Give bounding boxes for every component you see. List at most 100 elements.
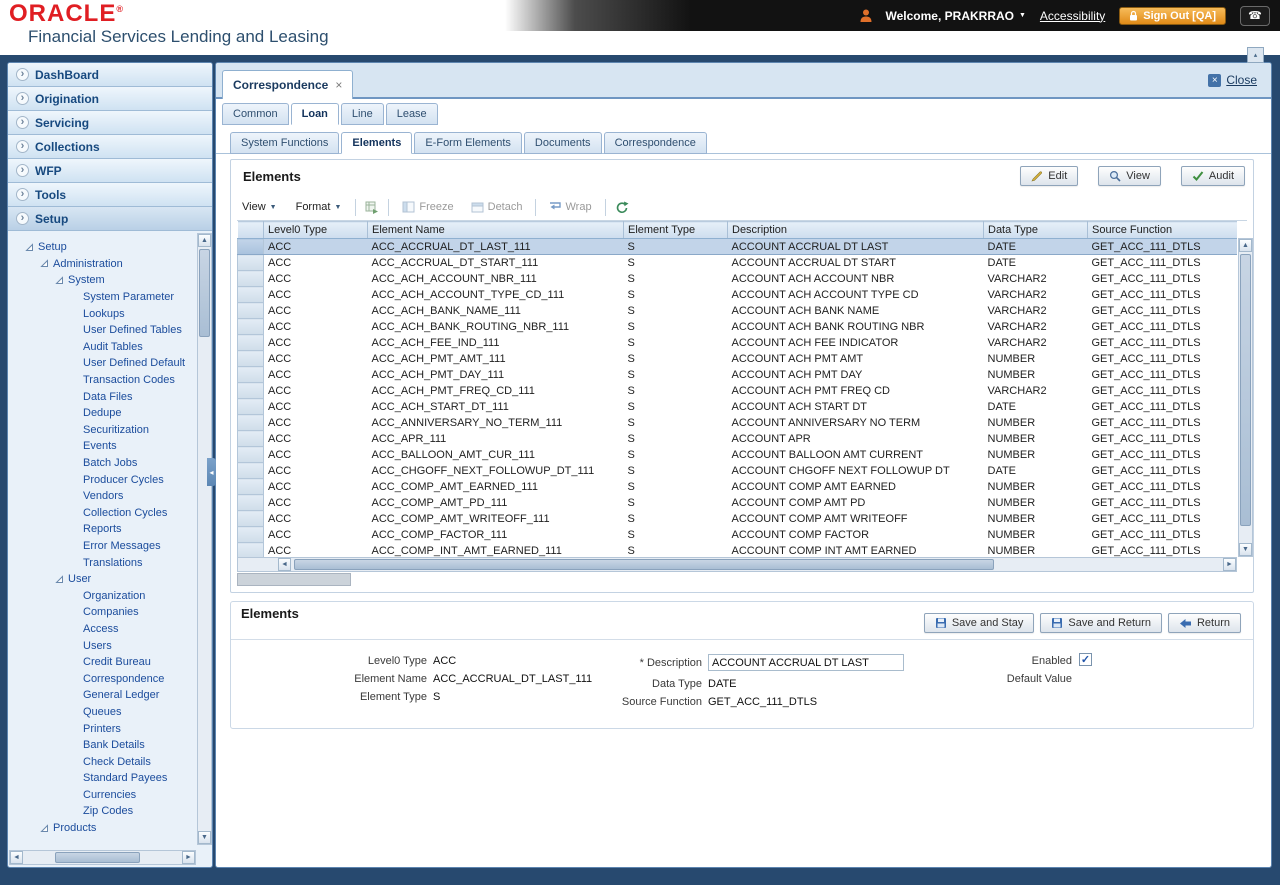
grid-cell[interactable]: S <box>624 463 728 479</box>
scroll-right-icon[interactable]: ► <box>182 851 195 864</box>
grid-cell[interactable]: ACCOUNT ACCRUAL DT START <box>728 255 984 271</box>
grid-cell[interactable]: ACCOUNT ACCRUAL DT LAST <box>727 238 984 255</box>
tree-node-currencies[interactable]: Currencies <box>9 787 196 804</box>
grid-cell[interactable]: GET_ACC_111_DTLS <box>1088 447 1238 463</box>
subtab-system-functions[interactable]: System Functions <box>230 132 340 154</box>
scroll-left-icon[interactable]: ◄ <box>278 558 291 571</box>
grid-cell[interactable]: S <box>624 511 728 527</box>
close-button[interactable]: × Close <box>1208 73 1257 87</box>
grid-cell[interactable]: NUMBER <box>984 495 1088 511</box>
scroll-up-icon[interactable]: ▲ <box>198 234 211 247</box>
grid-cell[interactable]: GET_ACC_111_DTLS <box>1088 351 1238 367</box>
grid-row[interactable]: ACC ACC_COMP_AMT_PD_111 S ACCOUNT COMP AMT … <box>237 494 1238 511</box>
grid-cell[interactable]: ACC_ACCRUAL_DT_LAST_111 <box>367 238 624 255</box>
grid-cell[interactable]: ACC <box>264 335 368 351</box>
grid-cell[interactable]: S <box>624 495 728 511</box>
grid-row[interactable]: ACC ACC_COMP_AMT_EARNED_111 S ACCOUNT COMP … <box>237 478 1238 495</box>
grid-cell[interactable]: S <box>624 319 728 335</box>
grid-cell[interactable]: ACC_ANNIVERSARY_NO_TERM_111 <box>368 415 624 431</box>
grid-row[interactable]: ACC ACC_ACH_PMT_DAY_111 S ACCOUNT ACH PMT D… <box>237 366 1238 383</box>
grid-cell[interactable]: ACC <box>264 479 368 495</box>
column-header-element-type[interactable]: Element Type <box>623 221 728 239</box>
grid-cell[interactable]: ACCOUNT COMP INT AMT EARNED <box>728 543 984 558</box>
row-selector[interactable] <box>237 286 264 303</box>
grid-cell[interactable]: DATE <box>984 255 1088 271</box>
tab-lease[interactable]: Lease <box>385 103 438 125</box>
sign-out-button[interactable]: Sign Out [QA] <box>1119 6 1226 25</box>
tree-node-system-parameter[interactable]: System Parameter <box>9 289 196 306</box>
grid-cell[interactable]: S <box>624 335 728 351</box>
grid-cell[interactable]: ACC <box>264 399 368 415</box>
grid-cell[interactable]: GET_ACC_111_DTLS <box>1088 287 1238 303</box>
format-menu[interactable]: Format ▼ <box>291 198 347 216</box>
wrap-button[interactable]: Wrap <box>545 198 595 216</box>
grid-cell[interactable]: ACC <box>264 463 368 479</box>
grid-row[interactable]: ACC ACC_ACH_START_DT_111 S ACCOUNT ACH STAR… <box>237 398 1238 415</box>
grid-cell[interactable]: ACC <box>264 415 368 431</box>
tree-node-reports[interactable]: Reports <box>9 521 196 538</box>
grid-cell[interactable]: VARCHAR2 <box>984 335 1088 351</box>
grid-row[interactable]: ACC ACC_ACH_PMT_FREQ_CD_111 S ACCOUNT ACH P… <box>237 382 1238 399</box>
grid-cell[interactable]: GET_ACC_111_DTLS <box>1088 511 1238 527</box>
grid-cell[interactable]: ACC_ACH_START_DT_111 <box>368 399 624 415</box>
grid-cell[interactable]: DATE <box>984 399 1088 415</box>
grid-cell[interactable]: GET_ACC_111_DTLS <box>1088 271 1238 287</box>
grid-cell[interactable]: NUMBER <box>984 479 1088 495</box>
grid-vertical-scrollbar[interactable]: ▲ ▼ <box>1238 238 1253 557</box>
grid-cell[interactable]: S <box>624 415 728 431</box>
sidebar-item-tools[interactable]: › Tools <box>8 183 212 207</box>
freeze-button[interactable]: Freeze <box>398 198 457 216</box>
tree-node-system[interactable]: System <box>9 272 196 289</box>
grid-cell[interactable]: ACCOUNT ACH ACCOUNT NBR <box>728 271 984 287</box>
content-collapse-button[interactable]: ▴ <box>1247 47 1264 63</box>
tree-node-collection-cycles[interactable]: Collection Cycles <box>9 505 196 522</box>
grid-row[interactable]: ACC ACC_ACH_BANK_NAME_111 S ACCOUNT ACH BAN… <box>237 302 1238 319</box>
tree-node-user-defined-default[interactable]: User Defined Default <box>9 355 196 372</box>
grid-cell[interactable]: VARCHAR2 <box>984 303 1088 319</box>
scroll-thumb[interactable] <box>199 249 210 337</box>
tree-node-lookups[interactable]: Lookups <box>9 305 196 322</box>
tree-node-error-messages[interactable]: Error Messages <box>9 538 196 555</box>
tree-node-zip-codes[interactable]: Zip Codes <box>9 803 196 820</box>
grid-cell[interactable]: ACC_ACCRUAL_DT_START_111 <box>368 255 624 271</box>
tree-node-organization[interactable]: Organization <box>9 587 196 604</box>
tree-node-credit-bureau[interactable]: Credit Bureau <box>9 654 196 671</box>
grid-cell[interactable]: ACC <box>264 543 368 558</box>
grid-cell[interactable]: VARCHAR2 <box>984 319 1088 335</box>
grid-cell[interactable]: ACC_BALLOON_AMT_CUR_111 <box>368 447 624 463</box>
grid-cell[interactable]: GET_ACC_111_DTLS <box>1088 367 1238 383</box>
tree-node-setup[interactable]: Setup <box>9 239 196 256</box>
subtab-documents[interactable]: Documents <box>523 132 602 154</box>
grid-cell[interactable]: S <box>624 399 728 415</box>
grid-cell[interactable]: ACCOUNT ACH FEE INDICATOR <box>728 335 984 351</box>
scroll-thumb[interactable] <box>55 852 140 863</box>
export-icon[interactable] <box>365 201 379 214</box>
sidebar-horizontal-scrollbar[interactable]: ◄ ► <box>9 850 196 865</box>
row-selector[interactable] <box>237 270 264 287</box>
grid-cell[interactable]: ACC_COMP_FACTOR_111 <box>368 527 624 543</box>
tree-node-vendors[interactable]: Vendors <box>9 488 196 505</box>
grid-cell[interactable]: ACC_ACH_ACCOUNT_TYPE_CD_111 <box>368 287 624 303</box>
tree-node-administration[interactable]: Administration <box>9 256 196 273</box>
tree-node-securitization[interactable]: Securitization <box>9 422 196 439</box>
grid-cell[interactable]: ACC <box>264 255 368 271</box>
tree-node-batch-jobs[interactable]: Batch Jobs <box>9 455 196 472</box>
tree-node-events[interactable]: Events <box>9 438 196 455</box>
grid-cell[interactable]: S <box>624 255 728 271</box>
sidebar-item-wfp[interactable]: › WFP <box>8 159 212 183</box>
tree-node-check-details[interactable]: Check Details <box>9 753 196 770</box>
save-and-stay-button[interactable]: Save and Stay <box>923 613 1035 633</box>
grid-cell[interactable]: ACCOUNT ACH ACCOUNT TYPE CD <box>728 287 984 303</box>
row-selector[interactable] <box>237 366 264 383</box>
tab-line[interactable]: Line <box>340 103 384 125</box>
grid-cell[interactable]: ACC <box>264 527 368 543</box>
tree-node-bank-details[interactable]: Bank Details <box>9 737 196 754</box>
grid-row[interactable]: ACC ACC_ACH_BANK_ROUTING_NBR_111 S ACCOUNT … <box>237 318 1238 335</box>
return-button[interactable]: Return <box>1167 613 1241 633</box>
grid-cell[interactable]: ACC_ACH_BANK_ROUTING_NBR_111 <box>368 319 624 335</box>
grid-cell[interactable]: ACC <box>264 511 368 527</box>
tree-node-audit-tables[interactable]: Audit Tables <box>9 339 196 356</box>
grid-cell[interactable]: ACC_ACH_PMT_DAY_111 <box>368 367 624 383</box>
tab-loan[interactable]: Loan <box>290 103 339 125</box>
grid-cell[interactable]: ACC <box>264 383 368 399</box>
